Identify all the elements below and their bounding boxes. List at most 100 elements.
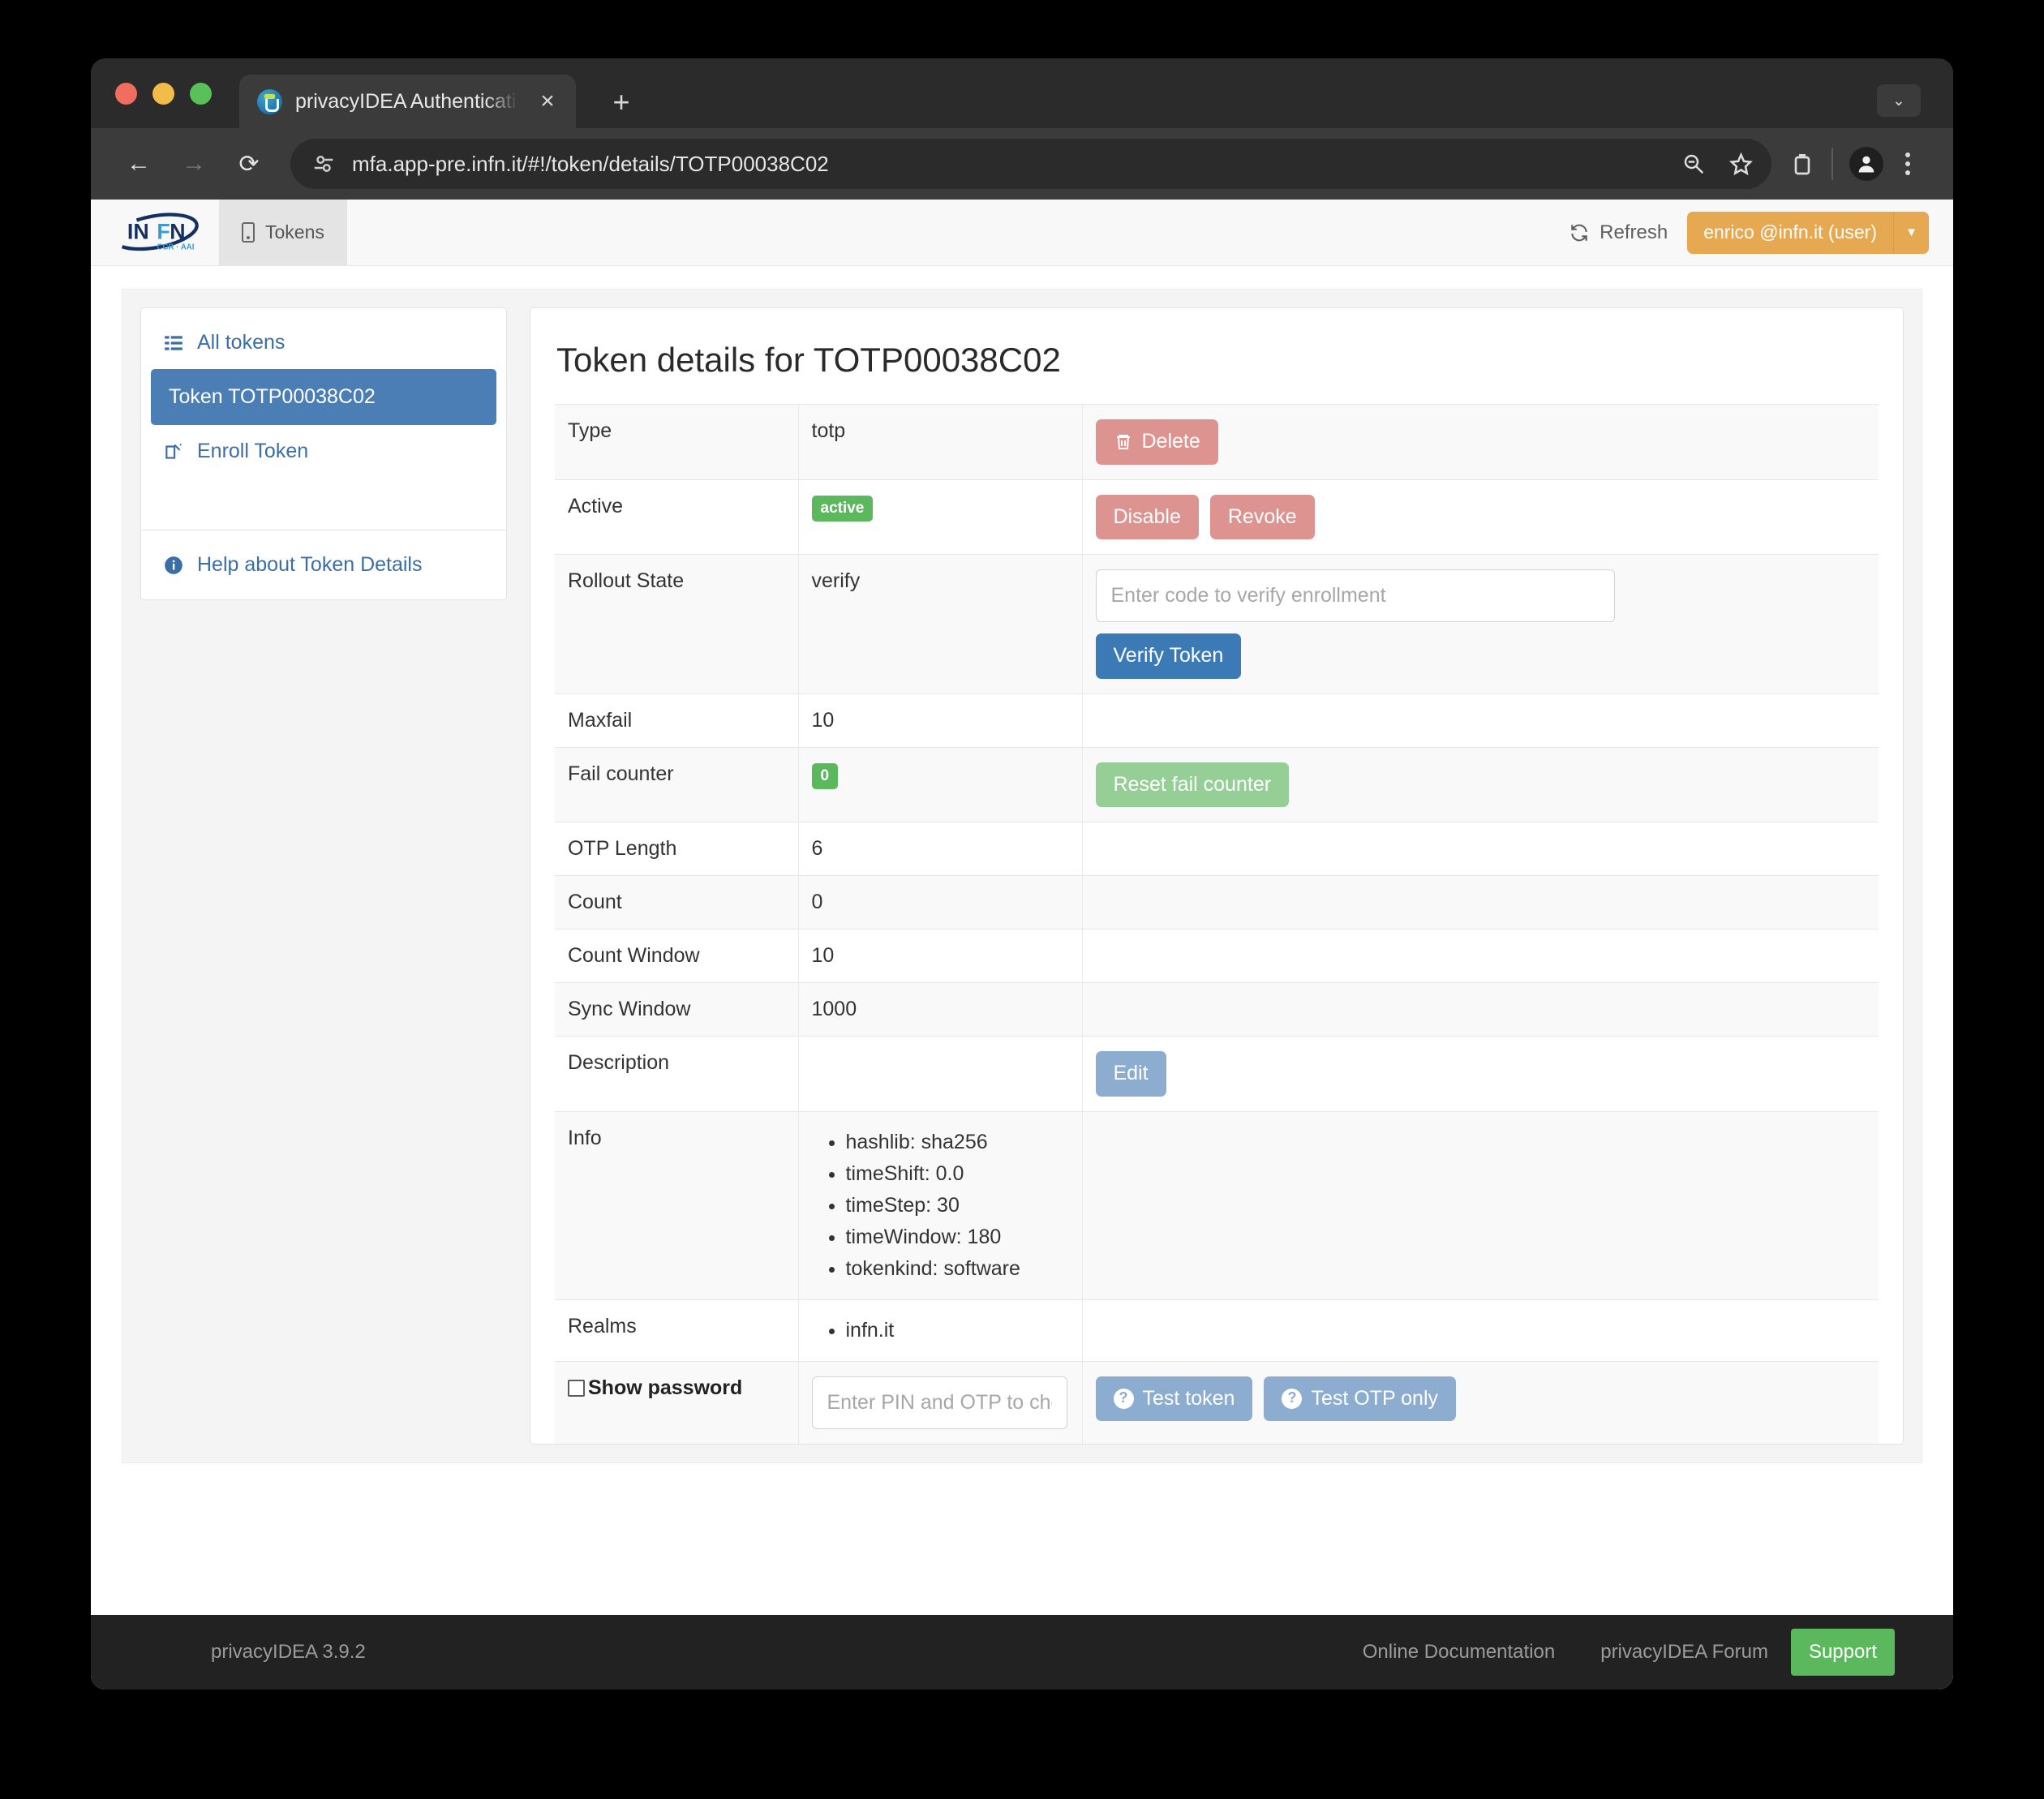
list-item: hashlib: sha256 xyxy=(846,1127,1067,1158)
row-actions-otp-length xyxy=(1082,822,1879,876)
row-label-otp-length: OTP Length xyxy=(555,822,799,876)
svg-text:IN: IN xyxy=(127,219,149,243)
row-actions-info xyxy=(1082,1111,1879,1299)
online-documentation-link[interactable]: Online Documentation xyxy=(1340,1615,1578,1690)
version-label: privacyIDEA 3.9.2 xyxy=(211,1641,366,1663)
row-label-sync-window: Sync Window xyxy=(555,982,799,1037)
support-button[interactable]: Support xyxy=(1790,1629,1895,1676)
delete-button-label: Delete xyxy=(1141,430,1200,453)
table-row-active: Active active Disable Revoke xyxy=(555,479,1879,555)
table-row-maxfail: Maxfail 10 xyxy=(555,693,1879,747)
navbar-spacer xyxy=(347,200,1569,265)
table-row-count: Count 0 xyxy=(555,875,1879,930)
list-item: tokenkind: software xyxy=(846,1253,1067,1285)
refresh-button[interactable]: Refresh xyxy=(1569,221,1668,244)
extensions-icon[interactable] xyxy=(1789,151,1815,177)
row-value-otp-length: 6 xyxy=(798,822,1083,876)
svg-text:CCR · AAI: CCR · AAI xyxy=(157,243,194,251)
chevron-down-icon[interactable]: ▼ xyxy=(1893,211,1929,254)
table-row-test-token: Show password ? Test token xyxy=(555,1361,1879,1444)
browser-tabstrip: privacyIDEA Authentication S × + ⌄ xyxy=(91,58,1953,128)
content-panel: All tokens Token TOTP00038C02 Enroll Tok… xyxy=(122,289,1922,1463)
profile-icon[interactable] xyxy=(1849,147,1883,181)
tab-search-chevron-icon[interactable]: ⌄ xyxy=(1877,84,1921,117)
sidebar-item-enroll-token[interactable]: Enroll Token xyxy=(141,428,506,474)
test-token-button-label: Test token xyxy=(1142,1386,1235,1410)
show-password-text: Show password xyxy=(588,1376,743,1399)
nav-tab-tokens-label: Tokens xyxy=(265,221,324,243)
edit-description-button[interactable]: Edit xyxy=(1095,1051,1166,1097)
user-menu-label: enrico @infn.it (user) xyxy=(1703,221,1877,243)
infn-logo[interactable]: IN F N CCR · AAI xyxy=(91,200,219,265)
list-item: timeStep: 30 xyxy=(846,1190,1067,1222)
mobile-device-icon xyxy=(242,222,255,243)
table-row-count-window: Count Window 10 xyxy=(555,929,1879,983)
url-text: mfa.app-pre.infn.it/#!/token/details/TOT… xyxy=(352,151,829,176)
row-label-realms: Realms xyxy=(555,1299,799,1361)
trash-icon xyxy=(1116,434,1130,449)
test-token-button[interactable]: ? Test token xyxy=(1095,1376,1253,1421)
window-traffic-lights xyxy=(115,58,239,128)
status-badge-active: active xyxy=(811,495,874,522)
row-actions-rollout-state: Verify Token xyxy=(1082,555,1879,694)
show-password-checkbox-label[interactable]: Show password xyxy=(568,1376,784,1400)
browser-window: privacyIDEA Authentication S × + ⌄ ← → ⟳… xyxy=(91,58,1953,1690)
row-label-info: Info xyxy=(555,1111,799,1299)
help-icon: ? xyxy=(1113,1388,1134,1409)
sidebar-item-all-tokens[interactable]: All tokens xyxy=(141,320,506,366)
address-bar[interactable]: mfa.app-pre.infn.it/#!/token/details/TOT… xyxy=(290,139,1771,189)
row-actions-count xyxy=(1082,876,1879,930)
bookmark-star-icon[interactable] xyxy=(1728,151,1754,177)
page-title: Token details for TOTP00038C02 xyxy=(556,341,1061,379)
sidebar-item-help[interactable]: Help about Token Details xyxy=(141,542,506,588)
footer-links: Online Documentation privacyIDEA Forum S… xyxy=(1340,1615,1953,1690)
row-value-realms: infn.it xyxy=(798,1299,1083,1361)
reset-fail-counter-button[interactable]: Reset fail counter xyxy=(1095,762,1290,807)
menu-icon[interactable] xyxy=(1890,152,1926,175)
browser-tab[interactable]: privacyIDEA Authentication S × xyxy=(239,75,576,128)
tab-title: privacyIDEA Authentication S xyxy=(295,89,521,113)
nav-tab-tokens[interactable]: Tokens xyxy=(219,200,347,265)
verify-token-button[interactable]: Verify Token xyxy=(1095,633,1242,679)
verify-code-input[interactable] xyxy=(1095,569,1615,622)
privacyidea-forum-link[interactable]: privacyIDEA Forum xyxy=(1578,1615,1791,1690)
row-actions-type: Delete xyxy=(1082,405,1879,480)
sidebar-item-token-detail[interactable]: Token TOTP00038C02 xyxy=(151,369,496,425)
show-password-checkbox[interactable] xyxy=(568,1379,585,1397)
refresh-label: Refresh xyxy=(1600,221,1668,243)
pin-otp-input[interactable] xyxy=(811,1376,1067,1429)
site-settings-icon[interactable] xyxy=(311,152,336,176)
row-label-description: Description xyxy=(555,1036,799,1111)
row-value-type: totp xyxy=(798,404,1083,479)
maximize-window-button[interactable] xyxy=(190,82,212,105)
table-row-rollout-state: Rollout State verify Verify Token xyxy=(555,554,1879,694)
forward-button[interactable]: → xyxy=(169,139,219,189)
table-row-sync-window: Sync Window 1000 xyxy=(555,982,1879,1037)
row-actions-test-token: ? Test token ? Test OTP only xyxy=(1082,1361,1879,1444)
row-label-maxfail: Maxfail xyxy=(555,693,799,747)
back-button[interactable]: ← xyxy=(114,139,164,189)
sidebar: All tokens Token TOTP00038C02 Enroll Tok… xyxy=(140,307,507,600)
row-value-info: hashlib: sha256 timeShift: 0.0 timeStep:… xyxy=(798,1111,1083,1299)
close-tab-icon[interactable]: × xyxy=(534,89,561,114)
user-menu-button[interactable]: enrico @infn.it (user) ▼ xyxy=(1687,211,1929,254)
sidebar-item-all-tokens-label: All tokens xyxy=(197,331,286,354)
info-list: hashlib: sha256 timeShift: 0.0 timeStep:… xyxy=(812,1127,1067,1285)
token-details-table: Type totp Delete Active active Disable R… xyxy=(555,404,1879,1444)
minimize-window-button[interactable] xyxy=(152,82,174,105)
zoom-out-icon[interactable] xyxy=(1681,151,1707,177)
close-window-button[interactable] xyxy=(115,82,137,105)
row-value-count: 0 xyxy=(798,875,1083,930)
list-icon xyxy=(162,332,185,354)
test-otp-only-button[interactable]: ? Test OTP only xyxy=(1264,1376,1456,1421)
page-viewport: IN F N CCR · AAI Tokens Refresh enrico @… xyxy=(91,200,1953,1690)
delete-button[interactable]: Delete xyxy=(1095,419,1218,465)
disable-button[interactable]: Disable xyxy=(1095,494,1199,539)
row-actions-realms xyxy=(1082,1299,1879,1361)
reload-button[interactable]: ⟳ xyxy=(224,139,274,189)
new-tab-button[interactable]: + xyxy=(605,88,638,117)
infn-logo-icon: IN F N CCR · AAI xyxy=(111,212,199,251)
toolbar-right-actions xyxy=(1789,147,1926,181)
revoke-button[interactable]: Revoke xyxy=(1209,494,1315,539)
